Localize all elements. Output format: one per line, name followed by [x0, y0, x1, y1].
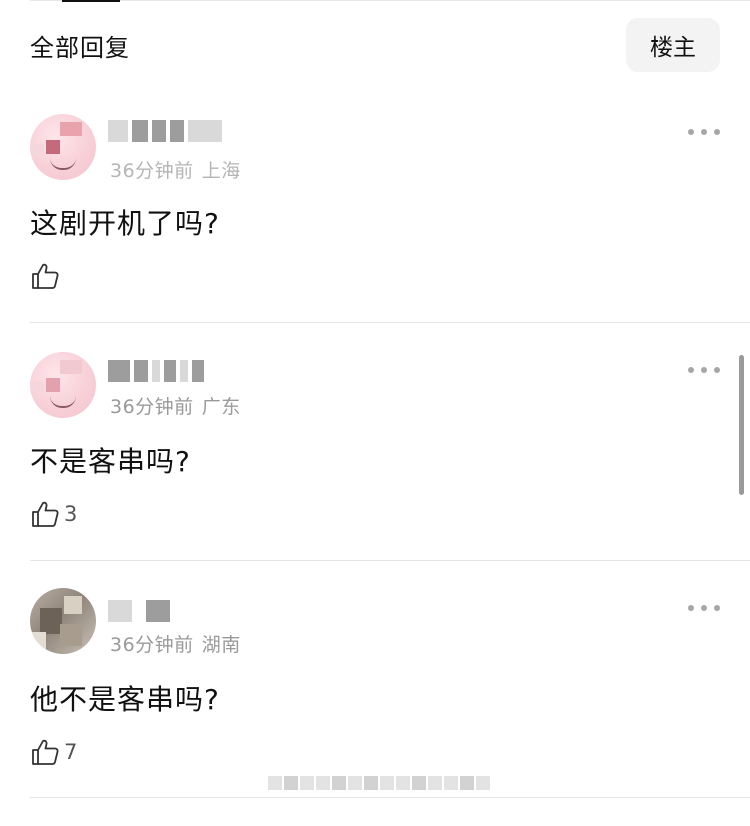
like-button[interactable]	[30, 260, 64, 292]
comment-text: 不是客串吗?	[30, 445, 191, 478]
watermark-redacted	[268, 776, 490, 790]
top-divider	[30, 0, 750, 2]
comment-location: 湖南	[201, 634, 241, 656]
comment-divider	[30, 322, 750, 323]
comment-meta: 36分钟前 湖南	[110, 630, 241, 657]
comment-meta: 36分钟前 上海	[110, 156, 241, 183]
comment-time: 36分钟前	[110, 396, 194, 418]
like-count: 3	[64, 502, 78, 526]
more-dots-icon[interactable]	[688, 126, 720, 138]
comment-text: 他不是客串吗?	[30, 683, 220, 716]
like-count: 7	[64, 740, 78, 764]
all-replies-title: 全部回复	[30, 33, 130, 62]
comment-divider	[30, 797, 750, 798]
username-redacted[interactable]	[108, 120, 222, 142]
comment-location: 广东	[201, 396, 241, 418]
comment-item: 36分钟前 湖南 他不是客串吗? 7	[0, 588, 750, 826]
thumbs-up-icon	[32, 501, 59, 527]
scrollbar[interactable]	[739, 355, 744, 495]
more-dots-icon[interactable]	[688, 364, 720, 376]
thumbs-up-icon	[32, 739, 59, 765]
username-redacted[interactable]	[108, 600, 170, 622]
replies-header: 全部回复 楼主	[30, 18, 720, 72]
comment-time: 36分钟前	[110, 160, 194, 182]
comment-item: 36分钟前 上海 这剧开机了吗?	[0, 112, 750, 350]
comment-location: 上海	[201, 160, 241, 182]
comment-meta: 36分钟前 广东	[110, 392, 241, 419]
avatar[interactable]	[30, 114, 96, 180]
more-dots-icon[interactable]	[688, 602, 720, 614]
like-button[interactable]: 3	[30, 498, 77, 530]
like-button[interactable]: 7	[30, 736, 77, 768]
avatar[interactable]	[30, 588, 96, 654]
comment-divider	[30, 560, 750, 561]
comment-text: 这剧开机了吗?	[30, 207, 220, 240]
comment-time: 36分钟前	[110, 634, 194, 656]
comment-item: 36分钟前 广东 不是客串吗? 3	[0, 350, 750, 588]
op-only-filter-button[interactable]: 楼主	[626, 18, 720, 72]
thumbs-up-icon	[32, 263, 59, 289]
avatar[interactable]	[30, 352, 96, 418]
username-redacted[interactable]	[108, 360, 204, 382]
